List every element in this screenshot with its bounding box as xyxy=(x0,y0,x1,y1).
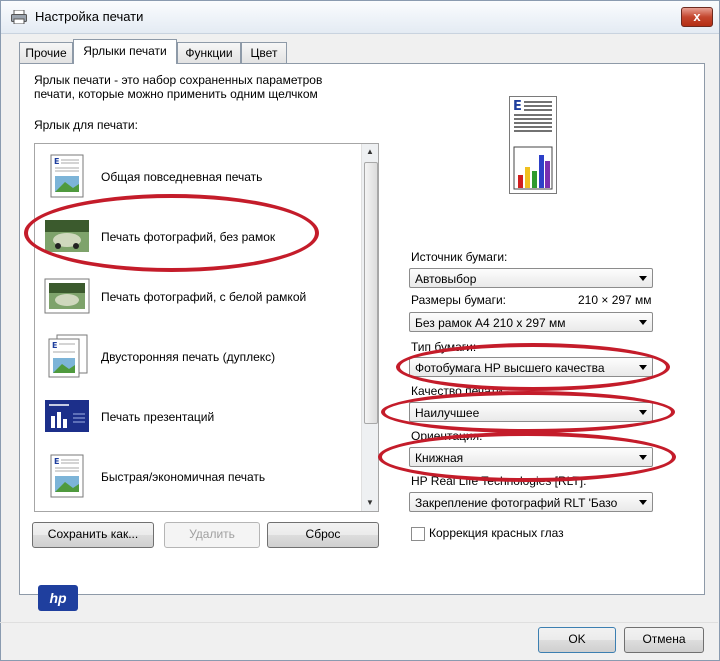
list-item-label: Печать фотографий, с белой рамкой xyxy=(101,290,307,304)
shortcut-description: Ярлык печати - это набор сохраненных пар… xyxy=(34,73,364,101)
list-item[interactable]: E Двусторонняя печать (дуплекс) xyxy=(35,326,361,386)
list-item-label: Печать фотографий, без рамок xyxy=(101,230,276,244)
list-item[interactable]: Печать презентаций xyxy=(35,386,361,446)
photo-white-border-icon xyxy=(44,278,90,314)
print-quality-label: Качество печати: xyxy=(411,384,507,398)
paper-source-select[interactable]: Автовыбор xyxy=(409,268,653,288)
red-eye-checkbox[interactable] xyxy=(411,527,425,541)
ok-button[interactable]: OK xyxy=(538,627,616,653)
svg-text:E: E xyxy=(52,341,57,350)
paper-type-label: Тип бумаги: xyxy=(411,340,477,354)
photo-borderless-icon xyxy=(45,220,89,252)
tab-other[interactable]: Прочие xyxy=(19,42,73,63)
chevron-down-icon xyxy=(639,410,647,415)
orientation-label: Ориентация: xyxy=(411,429,483,443)
tab-color[interactable]: Цвет xyxy=(241,42,287,63)
paper-size-select[interactable]: Без рамок А4 210 x 297 мм xyxy=(409,312,653,332)
orientation-select[interactable]: Книжная xyxy=(409,447,653,467)
page-preview-image: E xyxy=(509,96,557,194)
shortcuts-label: Ярлык для печати: xyxy=(34,118,138,132)
chevron-down-icon xyxy=(639,365,647,370)
list-item-label: Быстрая/экономичная печать xyxy=(101,470,266,484)
close-button[interactable]: x xyxy=(681,7,713,27)
list-item-label: Печать презентаций xyxy=(101,410,215,424)
paper-source-label: Источник бумаги: xyxy=(411,250,508,264)
presentation-icon xyxy=(45,400,89,432)
svg-text:E: E xyxy=(513,99,522,114)
list-item[interactable]: E Быстрая/экономичная печать xyxy=(35,446,361,506)
footer-divider xyxy=(0,622,718,623)
orientation-value: Книжная xyxy=(415,451,464,465)
tab-features[interactable]: Функции xyxy=(177,42,241,63)
red-eye-label: Коррекция красных глаз xyxy=(429,526,564,540)
document-icon: E xyxy=(50,454,84,498)
svg-text:E: E xyxy=(54,457,59,466)
paper-size-label: Размеры бумаги: xyxy=(411,293,507,307)
save-as-button[interactable]: Сохранить как... xyxy=(32,522,154,548)
paper-type-select[interactable]: Фотобумага HP высшего качества xyxy=(409,357,653,377)
document-icon: E xyxy=(50,154,84,198)
duplex-document-icon: E xyxy=(48,334,88,378)
print-quality-select[interactable]: Наилучшее xyxy=(409,402,653,422)
list-item[interactable]: Печать фотографий, без рамок xyxy=(35,206,361,266)
shortcuts-list[interactable]: E Общая повседневная печать Печать фотог… xyxy=(34,143,379,512)
list-item-label: Общая повседневная печать xyxy=(101,170,263,184)
scroll-up-icon[interactable]: ▲ xyxy=(362,144,378,160)
list-item-label: Двусторонняя печать (дуплекс) xyxy=(101,350,276,364)
paper-size-dimensions: 210 × 297 мм xyxy=(578,293,652,307)
chevron-down-icon xyxy=(639,276,647,281)
print-quality-value: Наилучшее xyxy=(415,406,480,420)
scroll-thumb[interactable] xyxy=(364,162,378,424)
paper-size-value: Без рамок А4 210 x 297 мм xyxy=(415,316,566,330)
chevron-down-icon xyxy=(639,500,647,505)
cancel-button[interactable]: Отмена xyxy=(624,627,704,653)
title-bar: Настройка печати x xyxy=(1,1,719,34)
printer-icon xyxy=(11,10,27,24)
list-item[interactable]: E Общая повседневная печать xyxy=(35,146,361,206)
paper-source-value: Автовыбор xyxy=(415,272,477,286)
hp-logo: hp xyxy=(38,585,78,611)
chevron-down-icon xyxy=(639,320,647,325)
hp-real-life-label: HP Real Life Technologies [RLT]: xyxy=(411,474,587,488)
list-scrollbar[interactable]: ▲ ▼ xyxy=(361,144,378,511)
description-line-2: печати, которые можно применить одним ще… xyxy=(34,87,318,101)
svg-text:E: E xyxy=(54,157,59,166)
delete-button[interactable]: Удалить xyxy=(164,522,260,548)
window-title: Настройка печати xyxy=(35,9,144,24)
hp-real-life-select[interactable]: Закрепление фотографий RLT 'Базо xyxy=(409,492,653,512)
hp-real-life-value: Закрепление фотографий RLT 'Базо xyxy=(415,496,618,510)
chevron-down-icon xyxy=(639,455,647,460)
list-item[interactable]: Печать фотографий, с белой рамкой xyxy=(35,266,361,326)
description-line-1: Ярлык печати - это набор сохраненных пар… xyxy=(34,73,323,87)
scroll-down-icon[interactable]: ▼ xyxy=(362,495,378,511)
tab-print-shortcuts[interactable]: Ярлыки печати xyxy=(73,39,177,64)
paper-type-value: Фотобумага HP высшего качества xyxy=(415,361,605,375)
reset-button[interactable]: Сброс xyxy=(267,522,379,548)
